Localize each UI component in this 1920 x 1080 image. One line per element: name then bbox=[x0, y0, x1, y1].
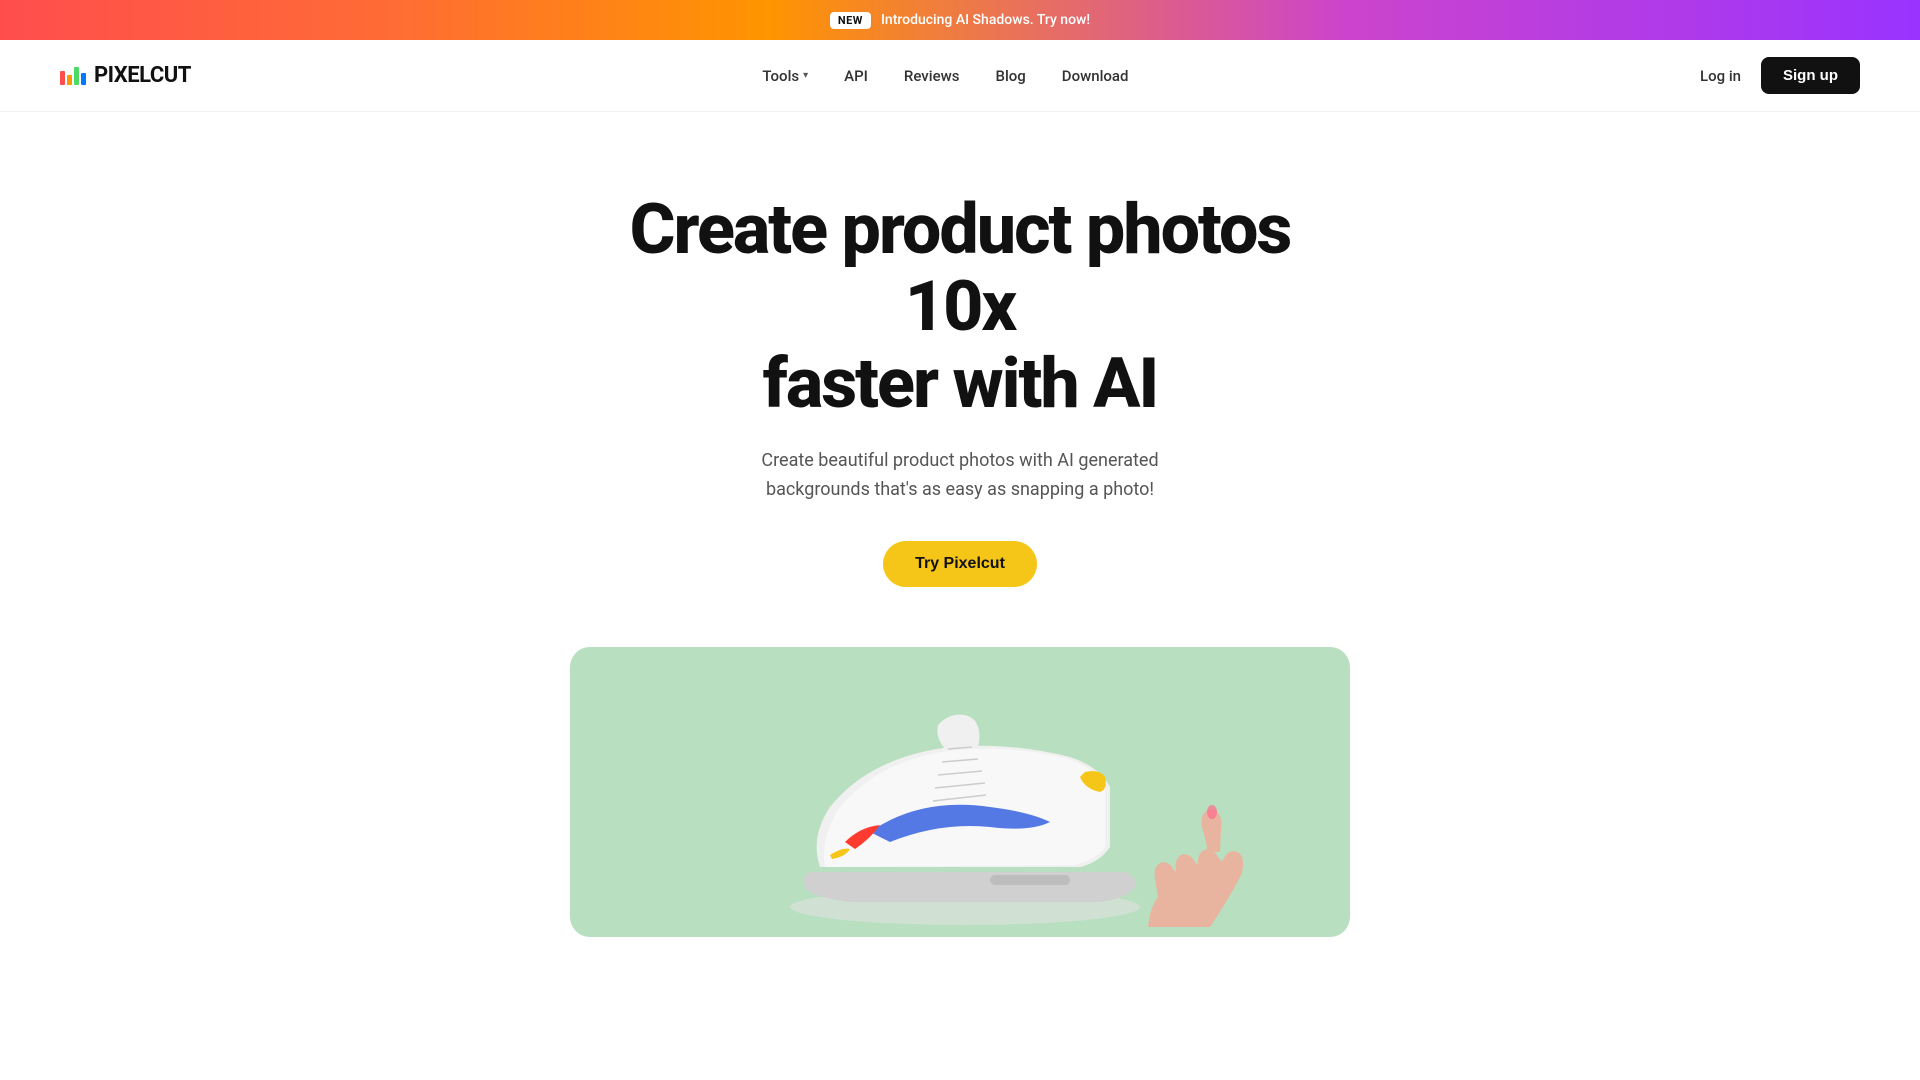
try-pixelcut-button[interactable]: Try Pixelcut bbox=[883, 541, 1037, 587]
nav-actions: Log in Sign up bbox=[1700, 57, 1860, 94]
nav-item-blog[interactable]: Blog bbox=[995, 67, 1025, 85]
product-showcase bbox=[0, 647, 1920, 937]
nav-item-tools[interactable]: Tools ▾ bbox=[762, 67, 808, 85]
logo-text: PIXELCUT bbox=[94, 63, 191, 88]
logo-bars bbox=[60, 67, 86, 85]
showcase-image bbox=[570, 647, 1350, 937]
chevron-down-icon: ▾ bbox=[803, 70, 808, 81]
signup-button[interactable]: Sign up bbox=[1761, 57, 1860, 94]
navbar: PIXELCUT Tools ▾ API Reviews Blog Downlo… bbox=[0, 40, 1920, 112]
hero-subtitle: Create beautiful product photos with AI … bbox=[710, 447, 1210, 505]
announcement-badge: NEW bbox=[830, 12, 871, 29]
nav-item-reviews[interactable]: Reviews bbox=[904, 67, 960, 85]
hero-title: Create product photos 10x faster with AI bbox=[610, 192, 1310, 423]
nav-item-download[interactable]: Download bbox=[1062, 67, 1129, 85]
announcement-banner[interactable]: NEW Introducing AI Shadows. Try now! bbox=[0, 0, 1920, 40]
logo[interactable]: PIXELCUT bbox=[60, 63, 191, 88]
login-button[interactable]: Log in bbox=[1700, 67, 1741, 85]
showcase-container bbox=[570, 647, 1350, 937]
nav-links: Tools ▾ API Reviews Blog Download bbox=[762, 67, 1128, 85]
nav-item-api[interactable]: API bbox=[844, 67, 868, 85]
announcement-text: Introducing AI Shadows. Try now! bbox=[881, 12, 1090, 28]
hero-section: Create product photos 10x faster with AI… bbox=[0, 112, 1920, 647]
